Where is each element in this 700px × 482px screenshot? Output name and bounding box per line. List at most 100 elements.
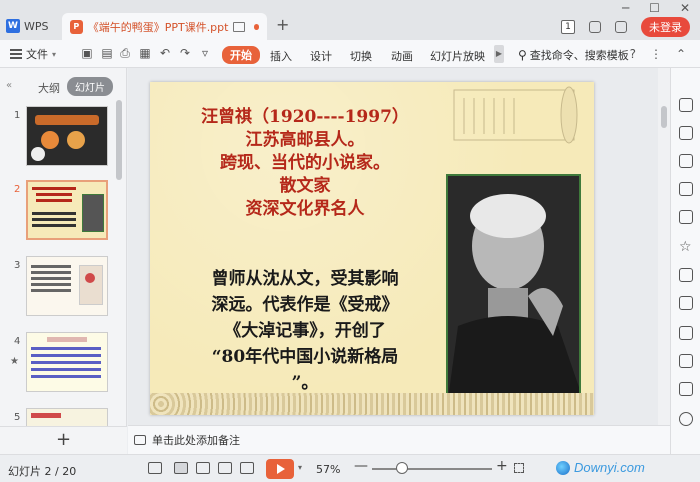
collapse-panel-icon[interactable]: « (6, 80, 12, 91)
current-slide[interactable]: 汪曾祺（1920----1997） 江苏高邮县人。 跨现、当代的小说家。 散文家… (150, 82, 594, 415)
add-slide-button[interactable]: + (0, 426, 127, 454)
slide-red-line: 散文家 (279, 176, 331, 196)
slide-indicator: 幻灯片 2 / 20 (8, 465, 77, 478)
star-icon[interactable]: ☆ (679, 240, 693, 254)
slide-sorter-icon[interactable] (196, 462, 210, 474)
wps-logo-icon: W (6, 19, 20, 33)
ribbon-bar: 文件 ▾ ▣ ▤ ⎙ ▦ ↶ ↷ ▿ 开始 插入 设计 切换 动画 幻灯片放映 … (0, 40, 700, 68)
document-tab-title: 《端午的鸭蛋》PPT课件.ppt (87, 20, 229, 34)
more-options-icon[interactable]: ⋮ (650, 47, 662, 61)
skin-icon[interactable] (589, 21, 601, 33)
pin-icon[interactable] (679, 98, 693, 112)
file-menu-label: 文件 (26, 48, 48, 61)
ppt-file-icon: P (70, 19, 83, 34)
normal-view-icon[interactable] (174, 462, 188, 474)
undo-icon[interactable]: ↶ (158, 46, 172, 60)
panel-tabs: « 大纲 幻灯片 (0, 76, 127, 96)
slide-thumbnail-row[interactable]: 1 (0, 106, 120, 168)
tab-slides[interactable]: 幻灯片 (67, 77, 113, 96)
file-menu-button[interactable]: 文件 ▾ (10, 46, 56, 62)
title-bar: W WPS P 《端午的鸭蛋》PPT课件.ppt + ─ ☐ ✕ 1 未登录 (0, 0, 700, 40)
slide-thumbnail[interactable] (26, 106, 108, 166)
zoom-level[interactable]: 57% (316, 463, 340, 476)
help-icon[interactable]: ? (630, 47, 636, 61)
watermark-text: Downyi.com (574, 460, 645, 475)
slide-thumbnail-row[interactable]: 5 (0, 408, 120, 428)
maximize-icon[interactable]: ☐ (649, 1, 660, 15)
zoom-slider-knob[interactable] (396, 462, 408, 474)
zoom-slider-track[interactable] (372, 468, 492, 470)
tab-design[interactable]: 设计 (310, 48, 332, 64)
notes-bar[interactable]: 单击此处添加备注 (128, 425, 670, 454)
play-slideshow-button[interactable] (266, 459, 294, 479)
export-pdf-icon[interactable]: ▤ (100, 46, 114, 60)
crop-icon[interactable] (679, 382, 693, 396)
share-icon[interactable] (679, 296, 693, 310)
portrait-photo[interactable] (446, 174, 581, 397)
archive-icon[interactable] (679, 268, 693, 282)
tab-home[interactable]: 开始 (222, 46, 260, 64)
notes-placeholder: 单击此处添加备注 (152, 434, 240, 447)
save-icon[interactable]: ▣ (80, 46, 94, 60)
fit-window-icon[interactable] (514, 463, 524, 473)
close-icon[interactable]: ✕ (680, 1, 690, 15)
canvas-scroll-thumb[interactable] (661, 106, 667, 128)
shirt-icon[interactable] (615, 21, 627, 33)
canvas-scrollbar[interactable] (658, 68, 670, 425)
slide-number: 3 (14, 260, 21, 271)
wps-home-tab[interactable]: W WPS (6, 14, 56, 38)
ribbon-more-arrow-icon[interactable]: ▶ (494, 45, 504, 63)
chevron-down-icon: ▾ (52, 49, 57, 59)
tab-animation[interactable]: 动画 (391, 48, 413, 64)
right-toolbar: ☆ (670, 68, 700, 454)
slide-title-block[interactable]: 汪曾祺（1920----1997） 江苏高邮县人。 跨现、当代的小说家。 散文家… (160, 106, 450, 221)
command-search-label: 查找命令、搜索模板 (529, 49, 629, 62)
image-icon[interactable] (679, 210, 693, 224)
print-icon[interactable]: ⎙ (118, 46, 132, 60)
panel-scrollbar[interactable] (116, 100, 122, 180)
settings-sliders-icon[interactable] (679, 182, 693, 196)
notes-toggle-icon[interactable] (148, 462, 162, 474)
collapse-ribbon-icon[interactable]: ⌃ (676, 47, 686, 61)
audio-icon[interactable] (679, 354, 693, 368)
new-tab-button[interactable]: + (276, 15, 289, 34)
slide-thumbnail[interactable] (26, 408, 108, 428)
customize-chevron-icon[interactable]: ▿ (198, 46, 212, 60)
zoom-in-button[interactable]: + (496, 458, 508, 474)
picture-icon[interactable] (679, 326, 693, 340)
login-button[interactable]: 未登录 (641, 17, 690, 37)
ribbon-right-icons: ? ⋮ ⌃ (630, 47, 686, 61)
command-search[interactable]: ⚲ 查找命令、搜索模板 (518, 47, 629, 63)
site-watermark: Downyi.com (556, 460, 645, 475)
slide-body-block[interactable]: 曾师从沈从文，受其影响 深远。代表作是《受戒》 《大淖记事》，开创了 “80年代… (160, 266, 450, 396)
history-icon[interactable] (679, 412, 693, 426)
print-preview-icon[interactable]: ▦ (138, 46, 152, 60)
unsaved-dot-icon[interactable] (253, 23, 259, 30)
tab-insert[interactable]: 插入 (270, 48, 292, 64)
minimize-icon[interactable]: ─ (622, 1, 629, 15)
tab-outline[interactable]: 大纲 (38, 80, 60, 96)
redo-icon[interactable]: ↷ (178, 46, 192, 60)
slide-number: 2 (14, 184, 21, 195)
slide-thumbnail[interactable] (26, 256, 108, 316)
scroll-decoration-image (453, 86, 578, 144)
slide-thumbnail-row[interactable]: 3 (0, 256, 120, 318)
slide-decorative-border (150, 393, 594, 415)
tab-transitions[interactable]: 切换 (350, 48, 372, 64)
document-tab[interactable]: P 《端午的鸭蛋》PPT课件.ppt (62, 13, 267, 40)
menu-icon (10, 49, 22, 59)
animation-star-icon: ★ (10, 356, 19, 367)
slide-thumbnail-active[interactable] (26, 180, 108, 240)
play-options-chevron-icon[interactable]: ▾ (298, 463, 302, 472)
slide-thumbnail-row[interactable]: 4 ★ (0, 332, 120, 394)
zoom-out-button[interactable]: — (354, 458, 368, 474)
presenter-view-icon[interactable] (240, 462, 254, 474)
workspace-badge[interactable]: 1 (561, 20, 575, 34)
slide-thumbnail-row[interactable]: 2 (0, 180, 120, 242)
reading-view-icon[interactable] (218, 462, 232, 474)
tab-slideshow[interactable]: 幻灯片放映 (430, 48, 485, 64)
shapes-icon[interactable] (679, 126, 693, 140)
monitor-icon[interactable] (233, 21, 245, 32)
slide-thumbnail[interactable] (26, 332, 108, 392)
copy-style-icon[interactable] (679, 154, 693, 168)
